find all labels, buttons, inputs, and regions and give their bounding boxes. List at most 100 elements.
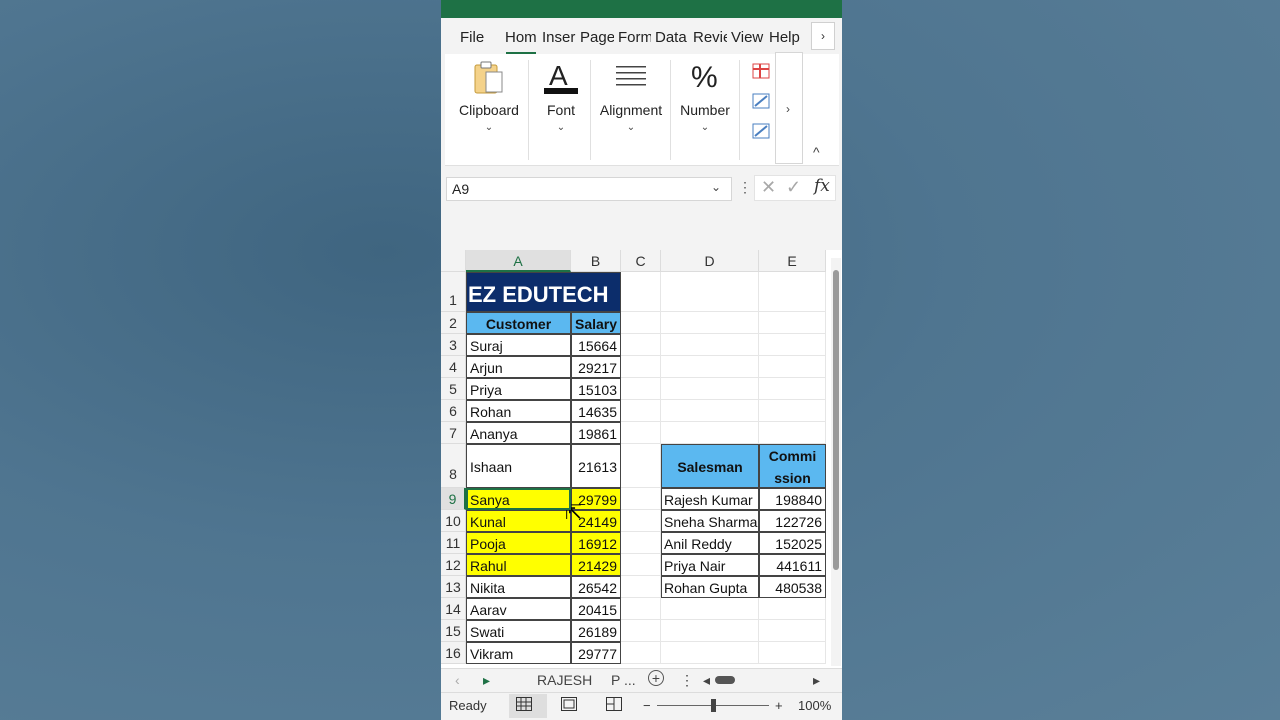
grid-cell[interactable] bbox=[621, 444, 661, 488]
grid-cell[interactable] bbox=[621, 488, 661, 510]
row-header-7[interactable]: 7 bbox=[441, 422, 466, 444]
alignment-group[interactable]: Alignment ⌄ bbox=[595, 58, 667, 158]
tab-file[interactable]: File bbox=[460, 28, 488, 48]
grid-cell[interactable] bbox=[759, 312, 826, 334]
ribbon-tabs-more-button[interactable]: › bbox=[811, 22, 835, 50]
row-header-5[interactable]: 5 bbox=[441, 378, 466, 400]
customer-name-cell[interactable]: Suraj bbox=[466, 334, 571, 356]
row-header-16[interactable]: 16 bbox=[441, 642, 466, 664]
customer-name-cell[interactable]: Priya bbox=[466, 378, 571, 400]
row-header-6[interactable]: 6 bbox=[441, 400, 466, 422]
row-header-2[interactable]: 2 bbox=[441, 312, 466, 334]
grid-cell[interactable] bbox=[661, 642, 759, 664]
scroll-right-icon[interactable]: ▸ bbox=[813, 672, 820, 689]
sheet-tab-more[interactable]: P ... bbox=[611, 672, 636, 688]
column-header-a[interactable]: A bbox=[466, 250, 571, 272]
grid-cell[interactable] bbox=[759, 422, 826, 444]
row-header-10[interactable]: 10 bbox=[441, 510, 466, 532]
grid-cell[interactable] bbox=[759, 620, 826, 642]
grid-cell[interactable] bbox=[661, 378, 759, 400]
grid-cell[interactable] bbox=[621, 272, 661, 312]
row-header-9[interactable]: 9 bbox=[441, 488, 466, 510]
next-sheet-icon[interactable]: ▸ bbox=[483, 672, 490, 689]
customer-name-cell[interactable]: Rahul bbox=[466, 554, 571, 576]
prev-sheet-icon[interactable]: ‹ bbox=[455, 672, 460, 688]
grid-cell[interactable] bbox=[621, 334, 661, 356]
name-box[interactable]: A9 bbox=[446, 177, 732, 201]
commission-value-cell[interactable]: 198840 bbox=[759, 488, 826, 510]
vertical-scrollbar[interactable] bbox=[831, 258, 841, 666]
tab-home[interactable]: Hom bbox=[505, 28, 537, 48]
grid-cell[interactable] bbox=[759, 378, 826, 400]
salary-value-cell[interactable]: 21429 bbox=[571, 554, 621, 576]
grid-cell[interactable] bbox=[621, 312, 661, 334]
grid-cell[interactable] bbox=[759, 598, 826, 620]
customer-name-cell[interactable]: Nikita bbox=[466, 576, 571, 598]
grid-cell[interactable] bbox=[661, 272, 759, 312]
grid-cell[interactable] bbox=[661, 400, 759, 422]
row-header-8[interactable]: 8 bbox=[441, 444, 466, 488]
salesman-name-cell[interactable]: Anil Reddy bbox=[661, 532, 759, 554]
styles-icons[interactable] bbox=[751, 62, 773, 142]
customer-name-cell[interactable]: Pooja bbox=[466, 532, 571, 554]
tab-view[interactable]: View bbox=[731, 28, 765, 48]
customer-name-cell[interactable]: Swati bbox=[466, 620, 571, 642]
customer-name-cell[interactable]: Sanya bbox=[466, 488, 571, 510]
commission-value-cell[interactable]: 441611 bbox=[759, 554, 826, 576]
grid-cell[interactable] bbox=[621, 422, 661, 444]
sheet-tab-rajesh[interactable]: RAJESH bbox=[537, 672, 592, 688]
grid-cell[interactable] bbox=[621, 400, 661, 422]
customer-name-cell[interactable]: Vikram bbox=[466, 642, 571, 664]
row-header-15[interactable]: 15 bbox=[441, 620, 466, 642]
chevron-down-icon[interactable]: ⌄ bbox=[711, 180, 721, 194]
enter-icon[interactable]: ✓ bbox=[786, 177, 801, 198]
grid-cell[interactable] bbox=[759, 334, 826, 356]
row-header-13[interactable]: 13 bbox=[441, 576, 466, 598]
column-header-e[interactable]: E bbox=[759, 250, 826, 272]
customer-name-cell[interactable]: Kunal bbox=[466, 510, 571, 532]
grid-cell[interactable] bbox=[621, 378, 661, 400]
salary-value-cell[interactable]: 19861 bbox=[571, 422, 621, 444]
customer-name-cell[interactable]: Ananya bbox=[466, 422, 571, 444]
column-header-b[interactable]: B bbox=[571, 250, 621, 272]
row-header-12[interactable]: 12 bbox=[441, 554, 466, 576]
row-header-1[interactable]: 1 bbox=[441, 272, 466, 312]
grid-cell[interactable] bbox=[759, 272, 826, 312]
tab-insert[interactable]: Inser bbox=[542, 28, 576, 48]
grid-cell[interactable] bbox=[661, 598, 759, 620]
tab-formulas[interactable]: Form bbox=[618, 28, 651, 48]
grid-cell[interactable] bbox=[661, 422, 759, 444]
scroll-left-icon[interactable]: ◂ bbox=[703, 672, 710, 689]
salary-value-cell[interactable]: 29217 bbox=[571, 356, 621, 378]
sheet-title-cell[interactable]: EZ EDUTECH bbox=[466, 272, 621, 312]
grid-cell[interactable] bbox=[661, 334, 759, 356]
zoom-in-button[interactable]: + bbox=[775, 698, 783, 713]
more-vertical-icon[interactable]: ⋮ bbox=[738, 179, 752, 196]
grid-cell[interactable] bbox=[621, 576, 661, 598]
commission-value-cell[interactable]: 480538 bbox=[759, 576, 826, 598]
grid-cell[interactable] bbox=[661, 356, 759, 378]
column-header-d[interactable]: D bbox=[661, 250, 759, 272]
salesman-name-cell[interactable]: Priya Nair bbox=[661, 554, 759, 576]
salesman-name-cell[interactable]: Sneha Sharma bbox=[661, 510, 759, 532]
font-group[interactable]: A Font ⌄ bbox=[533, 58, 589, 158]
salary-value-cell[interactable]: 15103 bbox=[571, 378, 621, 400]
collapse-ribbon-icon[interactable]: ^ bbox=[813, 144, 820, 160]
salary-header[interactable]: Salary bbox=[571, 312, 621, 334]
customer-name-cell[interactable]: Arjun bbox=[466, 356, 571, 378]
grid-cell[interactable] bbox=[621, 532, 661, 554]
number-group[interactable]: % Number ⌄ bbox=[675, 58, 735, 158]
add-sheet-button[interactable]: + bbox=[648, 670, 664, 686]
row-header-11[interactable]: 11 bbox=[441, 532, 466, 554]
commission-header[interactable]: Commi ssion bbox=[759, 444, 826, 488]
sheet-menu-icon[interactable]: ⋮ bbox=[680, 672, 694, 689]
salary-value-cell[interactable]: 15664 bbox=[571, 334, 621, 356]
salesman-name-cell[interactable]: Rajesh Kumar bbox=[661, 488, 759, 510]
worksheet-grid[interactable]: A B C D E 1 2 3 4 5 6 7 8 9 10 11 12 13 14 15 16 EZ EDUTECH Cu… bbox=[441, 250, 842, 668]
tab-page-layout[interactable]: Page bbox=[580, 28, 614, 48]
page-layout-icon[interactable] bbox=[561, 697, 577, 711]
row-header-14[interactable]: 14 bbox=[441, 598, 466, 620]
row-header-3[interactable]: 3 bbox=[441, 334, 466, 356]
row-header-4[interactable]: 4 bbox=[441, 356, 466, 378]
tab-data[interactable]: Data bbox=[655, 28, 689, 48]
